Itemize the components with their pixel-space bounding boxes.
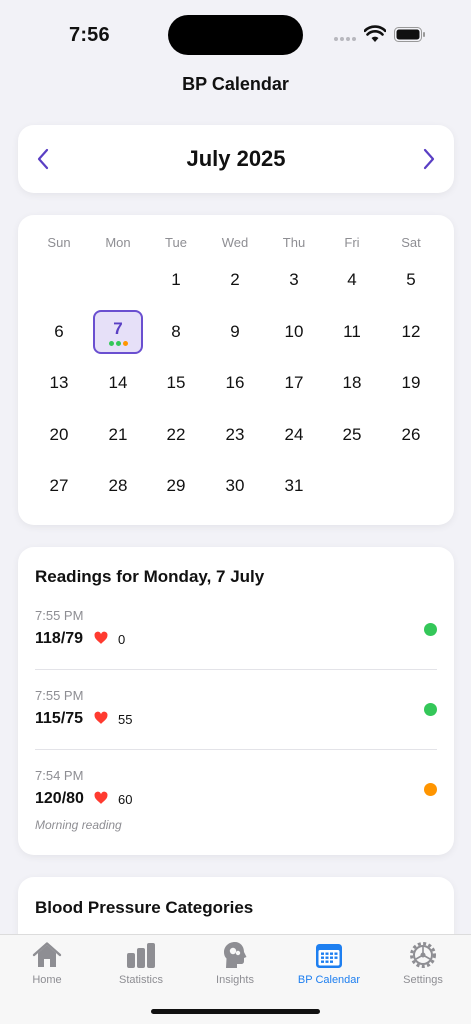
reading-time: 7:55 PM: [35, 608, 84, 623]
calendar-day[interactable]: 30: [210, 464, 260, 508]
calendar-day-selected[interactable]: 7: [93, 310, 143, 354]
divider: [35, 669, 437, 670]
month-label: July 2025: [186, 146, 286, 171]
divider: [35, 749, 437, 750]
house-icon: [32, 942, 62, 967]
calendar-day[interactable]: 11: [327, 310, 377, 354]
heart-icon: [94, 631, 108, 644]
calendar-day[interactable]: 5: [386, 258, 436, 302]
gear-icon: [410, 942, 436, 968]
reading-row[interactable]: 7:55 PM 115/75 55: [18, 688, 454, 768]
tab-label: BP Calendar: [297, 974, 361, 986]
weekday-label: Sat: [401, 235, 421, 250]
reading-note: Morning reading: [35, 818, 122, 832]
reading-dot: [108, 341, 114, 346]
tab-label: Statistics: [118, 974, 163, 986]
reading-bp-value: 118/79: [35, 630, 84, 647]
calendar-day[interactable]: 17: [269, 361, 319, 405]
calendar-day[interactable]: 3: [269, 258, 319, 302]
weekday-label: Wed: [221, 235, 249, 250]
reading-bp-value: 120/80: [35, 790, 84, 807]
month-header-card: July 2025: [18, 125, 454, 193]
reading-status-dot: [424, 703, 437, 716]
bp-categories-title: Blood Pressure Categories: [35, 898, 254, 917]
tab-bp-calendar[interactable]: BP Calendar: [282, 941, 376, 993]
reading-dot: [115, 341, 121, 346]
reading-status-dot: [424, 623, 437, 636]
calendar-day[interactable]: 2: [210, 258, 260, 302]
calendar-day[interactable]: 24: [269, 413, 319, 457]
calendar-icon: [316, 944, 342, 968]
heart-icon: [94, 791, 108, 804]
weekday-label: Fri: [344, 235, 360, 250]
calendar-day[interactable]: 15: [151, 361, 201, 405]
home-indicator: [151, 1009, 320, 1014]
reading-dot: [122, 341, 128, 346]
reading-status-dot: [424, 783, 437, 796]
calendar-day[interactable]: 4: [327, 258, 377, 302]
reading-heart-rate: 60: [118, 792, 133, 807]
calendar-day[interactable]: 19: [386, 361, 436, 405]
readings-title: Readings for Monday, 7 July: [35, 567, 265, 586]
calendar-day[interactable]: 29: [151, 464, 201, 508]
dynamic-island: [168, 15, 303, 55]
selected-day-number: 7: [113, 319, 123, 338]
calendar-day[interactable]: 12: [386, 310, 436, 354]
calendar-day[interactable]: 8: [151, 310, 201, 354]
page-title: BP Calendar: [182, 74, 289, 94]
reading-heart-rate: 55: [118, 712, 133, 727]
calendar-day[interactable]: 20: [34, 413, 84, 457]
heart-icon: [94, 711, 108, 724]
weekday-label: Thu: [282, 235, 306, 250]
weekday-label: Mon: [105, 235, 131, 250]
calendar-day[interactable]: 23: [210, 413, 260, 457]
readings-card: Readings for Monday, 7 July 7:55 PM 118/…: [18, 547, 454, 855]
calendar-day[interactable]: 26: [386, 413, 436, 457]
status-bar: 7:56: [0, 0, 471, 70]
reading-indicator-dots: [108, 341, 128, 346]
calendar-day[interactable]: 22: [151, 413, 201, 457]
tab-settings[interactable]: Settings: [376, 941, 470, 993]
tab-home[interactable]: Home: [0, 941, 94, 993]
calendar-day[interactable]: 31: [269, 464, 319, 508]
cellular-signal-icon: [334, 37, 356, 41]
reading-row[interactable]: 7:55 PM 118/79 0: [18, 608, 454, 688]
tab-statistics[interactable]: Statistics: [94, 941, 188, 993]
calendar-day[interactable]: 9: [210, 310, 260, 354]
wifi-icon: [364, 25, 386, 42]
calendar-day[interactable]: 25: [327, 413, 377, 457]
status-time: 7:56: [69, 24, 110, 46]
weekday-label: Tue: [165, 235, 187, 250]
tab-label: Home: [32, 974, 62, 986]
calendar-day[interactable]: 10: [269, 310, 319, 354]
calendar-day[interactable]: 28: [93, 464, 143, 508]
calendar-day[interactable]: 6: [34, 310, 84, 354]
reading-heart-rate: 0: [118, 632, 126, 647]
reading-time: 7:54 PM: [35, 768, 84, 783]
calendar-day[interactable]: 13: [34, 361, 84, 405]
bar-chart-icon: [127, 943, 155, 968]
reading-time: 7:55 PM: [35, 688, 84, 703]
weekday-label: Sun: [47, 235, 71, 250]
calendar-day[interactable]: 16: [210, 361, 260, 405]
calendar-grid: Sun Mon Tue Wed Thu Fri Sat 1 2 3 4 5 6 …: [18, 215, 454, 525]
calendar-day[interactable]: 21: [93, 413, 143, 457]
next-month-button[interactable]: [414, 143, 444, 175]
calendar-day[interactable]: 27: [34, 464, 84, 508]
battery-icon: [394, 27, 425, 42]
brain-head-icon: [224, 942, 247, 968]
calendar-day[interactable]: 1: [151, 258, 201, 302]
tab-insights[interactable]: Insights: [188, 941, 282, 993]
chevron-right-icon: [423, 148, 435, 170]
calendar-day[interactable]: 14: [93, 361, 143, 405]
reading-row[interactable]: 7:54 PM 120/80 60 Morning reading: [18, 768, 454, 848]
reading-bp-value: 115/75: [35, 710, 84, 727]
tab-label: Insights: [216, 974, 254, 986]
calendar-day[interactable]: 18: [327, 361, 377, 405]
tab-label: Settings: [403, 974, 443, 986]
